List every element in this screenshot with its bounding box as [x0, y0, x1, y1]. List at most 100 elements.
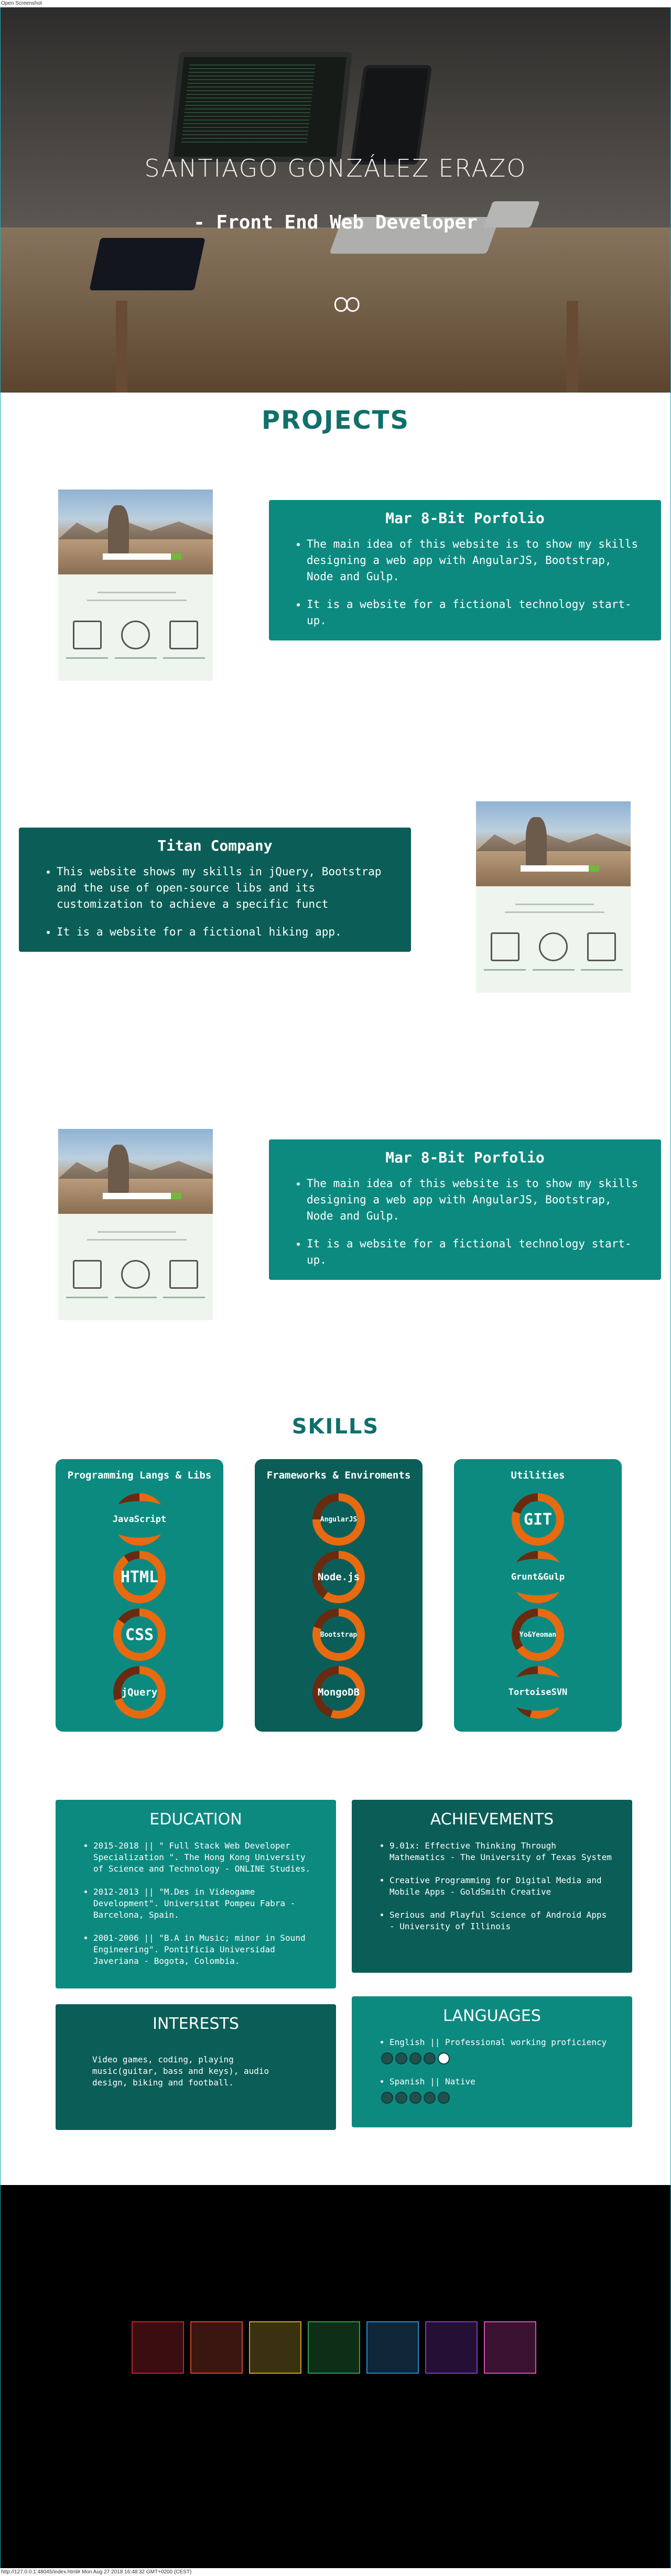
rating-dot — [381, 2052, 393, 2064]
skill-donut: JavaScript — [103, 1493, 176, 1546]
language-rating — [381, 2052, 616, 2064]
checklist-icon — [73, 621, 102, 649]
skill-donut: Bootstrap — [312, 1608, 365, 1661]
rating-dot — [409, 2052, 421, 2064]
project-screenshot-photo — [58, 1129, 213, 1214]
skill-donut: Yo&Yeoman — [512, 1608, 564, 1661]
footer-color-square[interactable] — [425, 2321, 478, 2374]
project-card-bullet: It is a website for a fictional technolo… — [307, 1236, 640, 1268]
project-screenshot-caption — [66, 1297, 108, 1298]
skill-label: TortoiseSVN — [501, 1674, 575, 1711]
skill-donut: CSS — [113, 1608, 166, 1661]
education-item: 2015-2018 || " Full Stack Web Developer … — [93, 1840, 320, 1875]
project-screenshot-caption — [66, 657, 108, 659]
interests-card: INTERESTS Video games, coding, playing m… — [56, 2004, 336, 2130]
project-screenshot-form — [103, 553, 181, 560]
project-card-title: Mar 8-Bit Porfolio — [385, 509, 545, 527]
skill-donut: AngularJS — [312, 1493, 365, 1546]
skills-title: SKILLS — [291, 1415, 380, 1439]
skill-group-card: Frameworks & Enviroments AngularJS Node.j… — [255, 1459, 423, 1732]
mouse-scroll-icon[interactable] — [334, 297, 361, 312]
globe-icon — [539, 932, 568, 961]
project-screenshot-caption — [581, 969, 623, 971]
language-label: English || Professional working proficie… — [389, 2037, 607, 2047]
project-screenshot-caption — [484, 969, 526, 971]
language-item: Spanish || Native — [381, 2076, 616, 2104]
rating-dot — [395, 2052, 407, 2064]
education-title: EDUCATION — [149, 1810, 242, 1829]
skill-donut: Node.js — [312, 1551, 365, 1603]
project-screenshot-caption — [163, 1297, 205, 1298]
achievements-item: Serious and Playful Science of Android A… — [389, 1909, 616, 1932]
hero-name: SANTIAGO GONZÁLEZ ERAZO — [144, 154, 527, 182]
skill-label: Node.js — [318, 1559, 360, 1595]
project-screenshot-line — [87, 1239, 187, 1241]
footer-color-square[interactable] — [366, 2321, 419, 2374]
project-card-title: Titan Company — [157, 837, 273, 854]
languages-list: English || Professional working proficie… — [352, 2037, 632, 2104]
skill-label: Grunt&Gulp — [501, 1559, 575, 1595]
languages-title: LANGUAGES — [443, 2007, 541, 2025]
project-screenshot-photo — [476, 801, 631, 886]
project-card-bullet: This website shows my skills in jQuery, … — [57, 864, 390, 912]
project-screenshot-caption — [115, 657, 157, 659]
interests-text: Video games, coding, playing music(guita… — [92, 2055, 269, 2088]
skill-donut: HTML — [113, 1551, 166, 1603]
language-rating — [381, 2092, 616, 2104]
achievements-item: 9.01x: Effective Thinking Through Mathem… — [389, 1840, 616, 1863]
footer — [1, 2185, 670, 2568]
globe-icon — [121, 1260, 150, 1289]
project-screenshot-caption — [115, 1297, 157, 1298]
rating-dot — [409, 2092, 421, 2104]
skill-label: jQuery — [121, 1674, 158, 1711]
skill-donut: GIT — [512, 1493, 564, 1546]
skill-donut: jQuery — [113, 1666, 166, 1719]
footer-color-square[interactable] — [132, 2321, 184, 2374]
skill-label: MongoDB — [318, 1674, 360, 1711]
skill-label: CSS — [121, 1616, 158, 1653]
skill-group-title: Utilities — [511, 1470, 565, 1481]
project-screenshot-line — [505, 911, 604, 913]
project-screenshot[interactable] — [58, 490, 213, 681]
education-item: 2001-2006 || "B.A in Music; minor in Sou… — [93, 1932, 320, 1967]
footer-color-square[interactable] — [308, 2321, 360, 2374]
languages-card: LANGUAGES English || Professional workin… — [352, 1996, 632, 2127]
skill-label: HTML — [121, 1559, 158, 1595]
map-icon — [169, 621, 198, 649]
footer-color-square[interactable] — [484, 2321, 536, 2374]
project-screenshot-line — [87, 600, 187, 601]
project-card: Mar 8-Bit Porfolio The main idea of this… — [269, 500, 661, 640]
globe-icon — [121, 621, 150, 649]
education-list: 2015-2018 || " Full Stack Web Developer … — [56, 1840, 336, 1967]
project-screenshot-form — [103, 1193, 181, 1199]
skill-group-card: Utilities GIT Grunt&Gulp Yo&Yeoman Tortoise… — [454, 1459, 622, 1732]
project-screenshot-line — [98, 592, 176, 593]
project-screenshot-form — [521, 865, 599, 872]
project-card-bullets: The main idea of this website is to show… — [290, 1176, 640, 1268]
project-card-bullet: The main idea of this website is to show… — [307, 1176, 640, 1224]
rating-dot — [395, 2092, 407, 2104]
project-card-bullets: The main idea of this website is to show… — [290, 536, 640, 629]
project-screenshot-caption — [163, 657, 205, 659]
hero-section: SANTIAGO GONZÁLEZ ERAZO - Front End Web … — [1, 7, 670, 393]
project-card-bullets: This website shows my skills in jQuery, … — [40, 864, 390, 940]
map-icon — [587, 932, 616, 961]
project-card-bullet: It is a website for a fictional technolo… — [307, 596, 640, 629]
project-card-bullet: The main idea of this website is to show… — [307, 536, 640, 585]
skill-group-card: Programming Langs & Libs JavaScript HTML C… — [56, 1459, 223, 1732]
interests-title: INTERESTS — [153, 2015, 239, 2033]
footer-color-square[interactable] — [249, 2321, 301, 2374]
footer-color-square[interactable] — [190, 2321, 243, 2374]
map-icon — [169, 1260, 198, 1289]
project-screenshot[interactable] — [58, 1129, 213, 1320]
project-screenshot[interactable] — [476, 801, 631, 993]
skill-group-title: Programming Langs & Libs — [67, 1470, 212, 1481]
language-item: English || Professional working proficie… — [381, 2037, 616, 2064]
skill-donut: Grunt&Gulp — [501, 1551, 575, 1603]
education-card: EDUCATION 2015-2018 || " Full Stack Web … — [56, 1800, 336, 1988]
project-card: Mar 8-Bit Porfolio The main idea of this… — [269, 1139, 661, 1280]
skill-group-title: Frameworks & Enviroments — [266, 1470, 411, 1481]
project-card-title: Mar 8-Bit Porfolio — [385, 1149, 545, 1166]
checklist-icon — [491, 932, 520, 961]
rating-dot — [424, 2052, 436, 2064]
